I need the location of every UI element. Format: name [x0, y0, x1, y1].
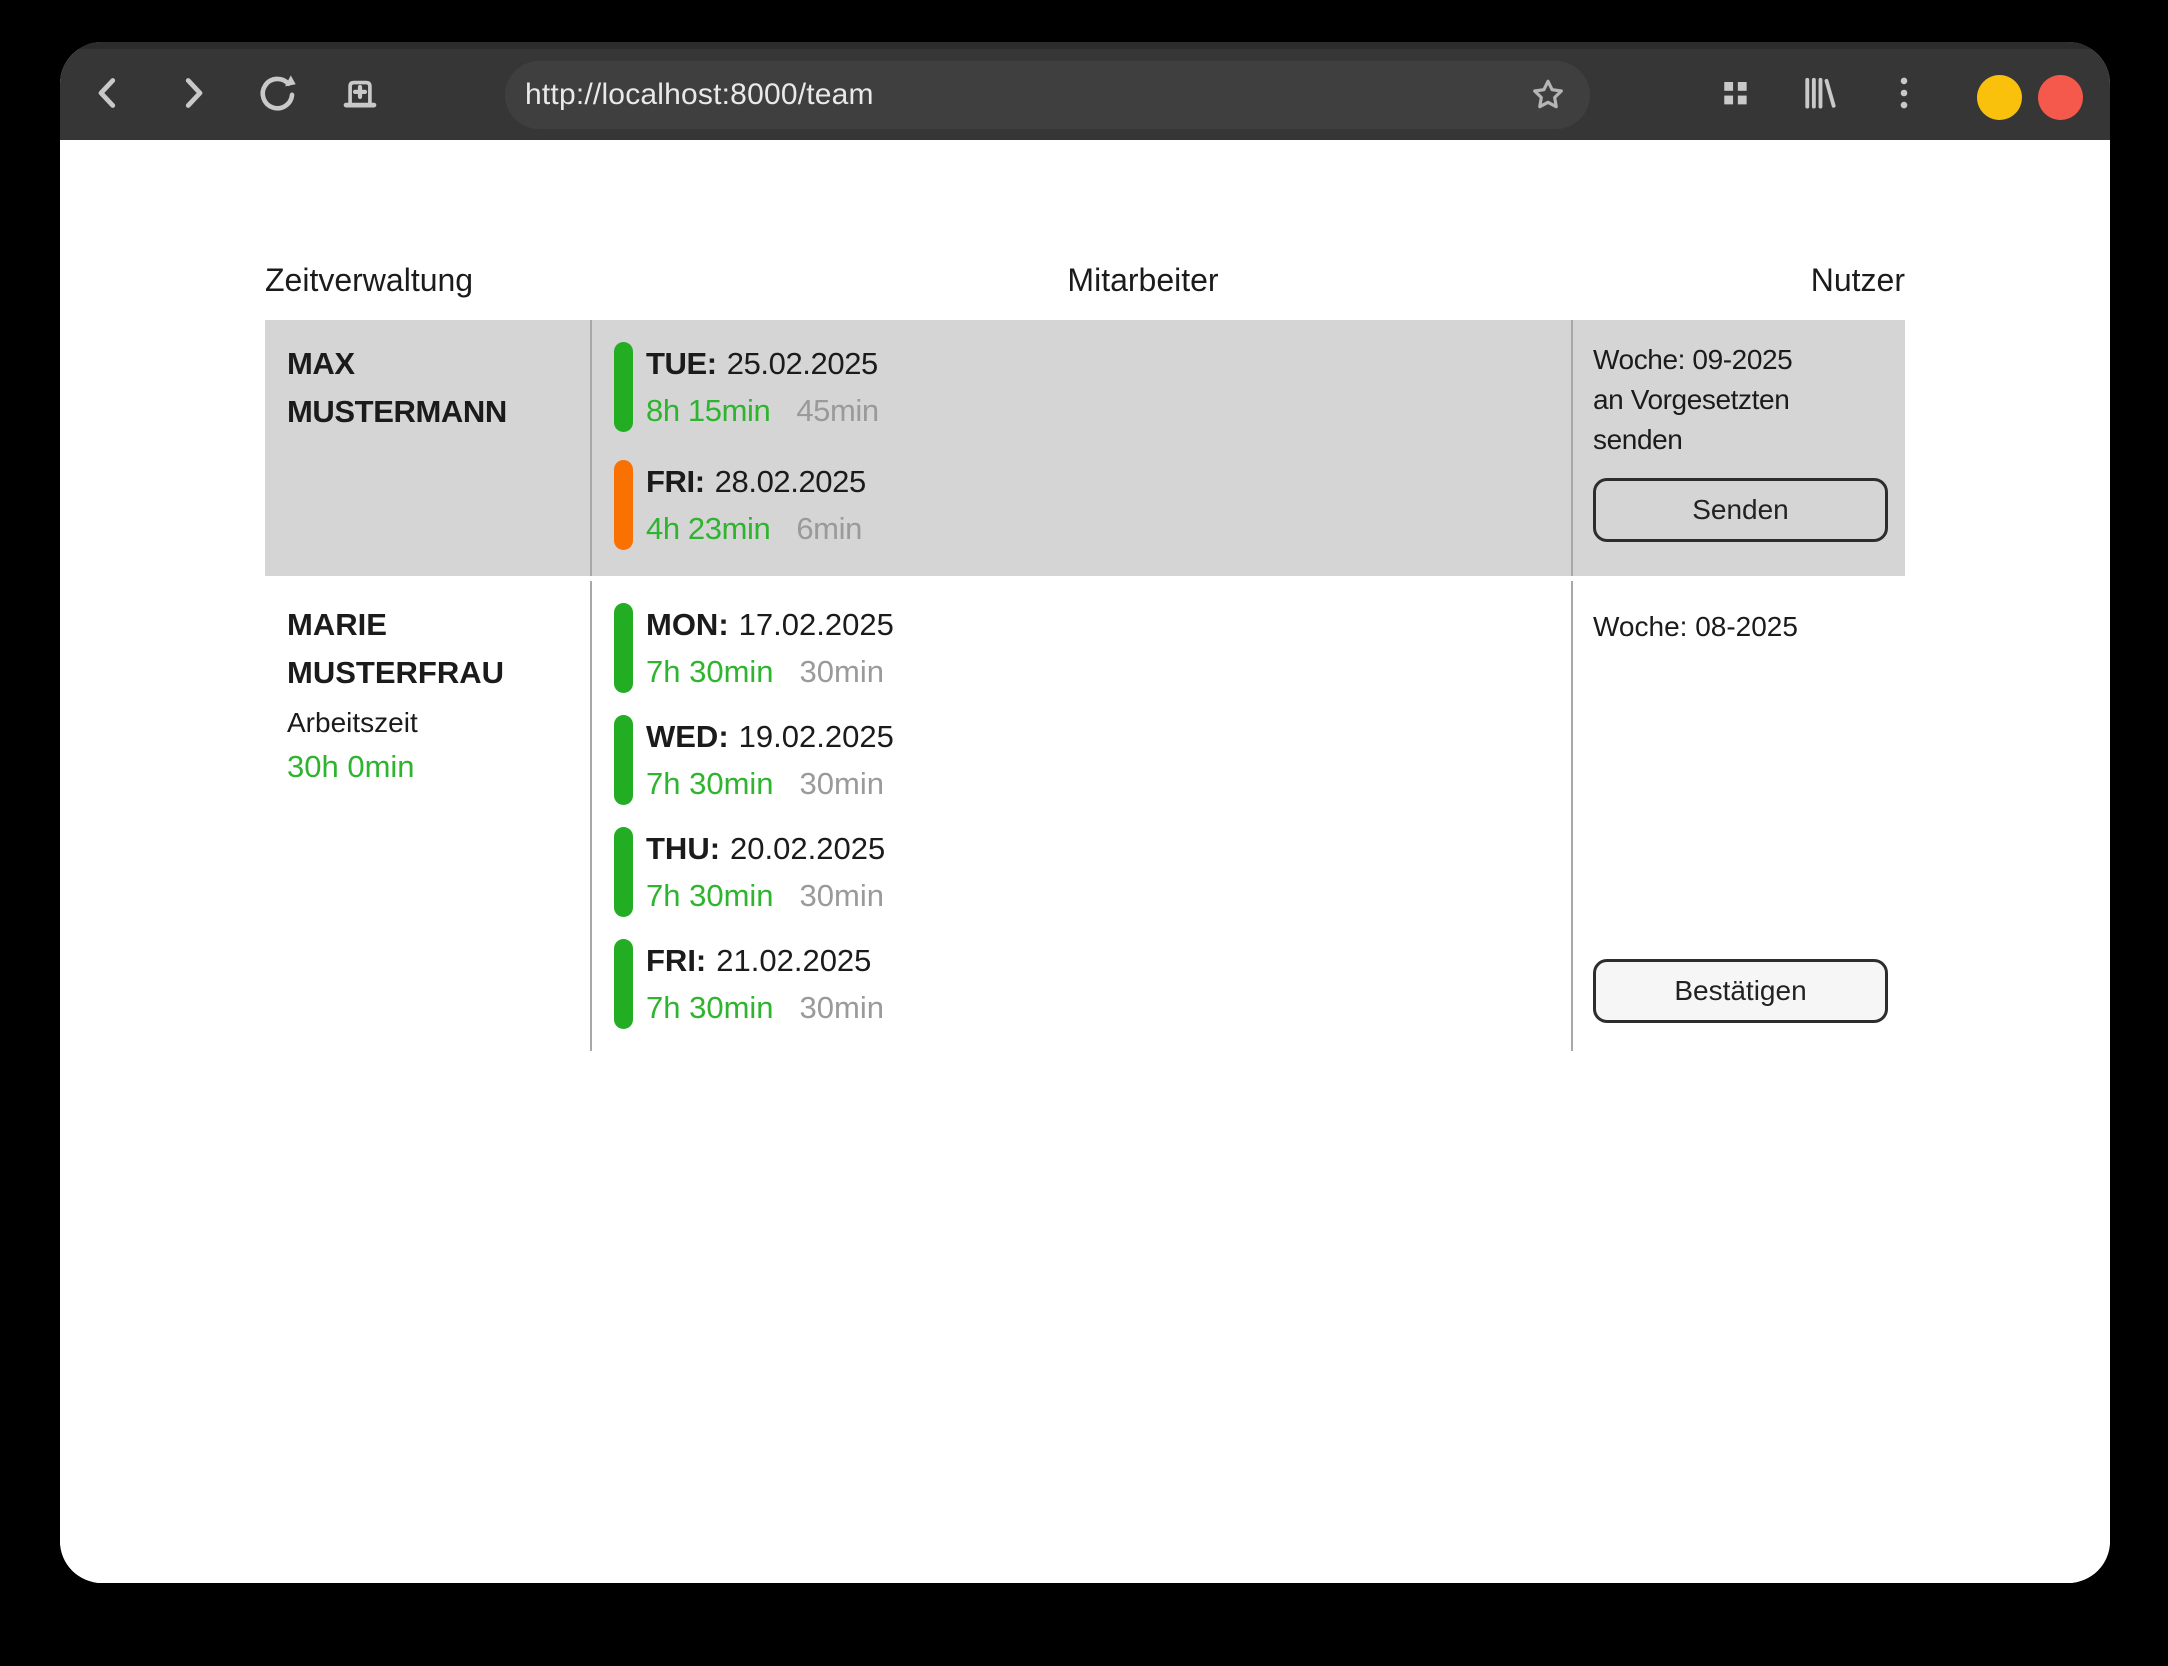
employee-row-max-mustermann[interactable]: MAX MUSTERMANN TUE: 25.02.2025 8h 15min 45… — [265, 320, 1905, 576]
entry-date-value: 20.02.2025 — [730, 831, 885, 866]
url-bar[interactable]: http://localhost:8000/team — [505, 61, 1590, 129]
entry-times: 4h 23min 6min — [646, 505, 866, 552]
kebab-menu-icon — [1882, 71, 1926, 120]
week-label: senden — [1593, 420, 1905, 460]
chevron-left-icon — [86, 71, 130, 120]
books-icon — [1797, 71, 1841, 120]
time-entry: WED: 19.02.2025 7h 30min 30min — [614, 713, 1571, 807]
grid-icon — [1714, 71, 1758, 120]
close-dot[interactable] — [2038, 75, 2083, 120]
break-time: 30min — [800, 654, 884, 689]
time-entry: MON: 17.02.2025 7h 30min 30min — [614, 601, 1571, 695]
entry-times: 7h 30min 30min — [646, 648, 894, 695]
minimize-dot[interactable] — [1977, 75, 2022, 120]
page-content: Zeitverwaltung Mitarbeiter Nutzer MAX MU… — [60, 140, 2110, 1583]
status-bar-green — [614, 342, 633, 432]
time-entry: FRI: 28.02.2025 4h 23min 6min — [614, 458, 1571, 552]
apps-grid-button[interactable] — [1714, 73, 1758, 117]
break-time: 30min — [800, 990, 884, 1025]
page-header-mitarbeiter: Mitarbeiter — [1067, 262, 1218, 299]
entry-times: 8h 15min 45min — [646, 387, 879, 434]
week-label: an Vorgesetzten — [1593, 380, 1905, 420]
worked-time: 7h 30min — [646, 990, 774, 1025]
chevron-right-icon — [171, 71, 215, 120]
entry-day: THU: — [646, 831, 720, 866]
bestaetigen-button[interactable]: Bestätigen — [1593, 959, 1888, 1023]
employee-name-cell: MARIE MUSTERFRAU Arbeitszeit 30h 0min — [265, 581, 590, 1051]
forward-button[interactable] — [171, 73, 215, 117]
employee-name-line: MARIE — [287, 601, 590, 649]
entry-day: WED: — [646, 719, 729, 754]
entry-date-value: 25.02.2025 — [727, 346, 878, 381]
employee-row-marie-musterfrau[interactable]: MARIE MUSTERFRAU Arbeitszeit 30h 0min MO… — [265, 581, 1905, 1051]
status-bar-green — [614, 715, 633, 805]
entry-day: FRI: — [646, 464, 705, 499]
entry-times: 7h 30min 30min — [646, 760, 894, 807]
worked-time: 7h 30min — [646, 766, 774, 801]
status-bar-green — [614, 939, 633, 1029]
entry-times: 7h 30min 30min — [646, 984, 884, 1031]
entry-day: MON: — [646, 607, 729, 642]
break-time: 30min — [800, 878, 884, 913]
page-header-nutzer: Nutzer — [1811, 262, 1905, 299]
menu-button[interactable] — [1882, 73, 1926, 117]
senden-button[interactable]: Senden — [1593, 478, 1888, 542]
employee-table: MAX MUSTERMANN TUE: 25.02.2025 8h 15min 45… — [265, 320, 1905, 1051]
time-entries-cell: TUE: 25.02.2025 8h 15min 45min FRI: 28.02.2… — [590, 320, 1573, 576]
library-button[interactable] — [1797, 73, 1841, 117]
entry-date: MON: 17.02.2025 — [646, 601, 894, 648]
break-time: 30min — [800, 766, 884, 801]
entry-date: FRI: 21.02.2025 — [646, 937, 884, 984]
worktime-label: Arbeitszeit — [287, 701, 590, 745]
browser-window: http://localhost:8000/team — [60, 42, 2110, 1583]
worked-time: 8h 15min — [646, 393, 770, 428]
status-bar-orange — [614, 460, 633, 550]
worked-time: 7h 30min — [646, 654, 774, 689]
reload-button[interactable] — [255, 73, 299, 117]
browser-toolbar: http://localhost:8000/team — [60, 42, 2110, 140]
week-action-cell: Woche: 09-2025 an Vorgesetzten senden Se… — [1573, 320, 1905, 576]
entry-date-value: 21.02.2025 — [716, 943, 871, 978]
refresh-icon — [255, 71, 299, 120]
new-tab-button[interactable] — [338, 73, 382, 117]
break-time: 6min — [796, 511, 862, 546]
url-text: http://localhost:8000/team — [525, 78, 874, 112]
time-entry: FRI: 21.02.2025 7h 30min 30min — [614, 937, 1571, 1031]
employee-name-line: MUSTERMANN — [287, 388, 590, 436]
status-bar-green — [614, 827, 633, 917]
entry-date-value: 19.02.2025 — [739, 719, 894, 754]
time-entries-cell: MON: 17.02.2025 7h 30min 30min WED: 19.02.2… — [590, 581, 1573, 1051]
time-entry: TUE: 25.02.2025 8h 15min 45min — [614, 340, 1571, 434]
status-bar-green — [614, 603, 633, 693]
week-action-cell: Woche: 08-2025 Bestätigen — [1573, 581, 1905, 1051]
entry-date: THU: 20.02.2025 — [646, 825, 885, 872]
week-label: Woche: 09-2025 — [1593, 340, 1905, 380]
employee-name-line: MUSTERFRAU — [287, 649, 590, 697]
entry-day: FRI: — [646, 943, 706, 978]
bookmark-star-icon[interactable] — [1528, 75, 1568, 115]
entry-date: WED: 19.02.2025 — [646, 713, 894, 760]
worked-time: 4h 23min — [646, 511, 770, 546]
employee-name-line: MAX — [287, 340, 590, 388]
page-title-zeitverwaltung: Zeitverwaltung — [265, 262, 473, 299]
break-time: 45min — [796, 393, 878, 428]
entry-day: TUE: — [646, 346, 717, 381]
employee-name-cell: MAX MUSTERMANN — [265, 320, 590, 576]
worktime-value: 30h 0min — [287, 745, 590, 789]
entry-date: TUE: 25.02.2025 — [646, 340, 879, 387]
entry-times: 7h 30min 30min — [646, 872, 885, 919]
entry-date-value: 17.02.2025 — [739, 607, 894, 642]
entry-date-value: 28.02.2025 — [715, 464, 866, 499]
worked-time: 7h 30min — [646, 878, 774, 913]
back-button[interactable] — [86, 73, 130, 117]
week-label: Woche: 08-2025 — [1593, 601, 1905, 647]
time-entry: THU: 20.02.2025 7h 30min 30min — [614, 825, 1571, 919]
window-plus-icon — [338, 71, 382, 120]
entry-date: FRI: 28.02.2025 — [646, 458, 866, 505]
